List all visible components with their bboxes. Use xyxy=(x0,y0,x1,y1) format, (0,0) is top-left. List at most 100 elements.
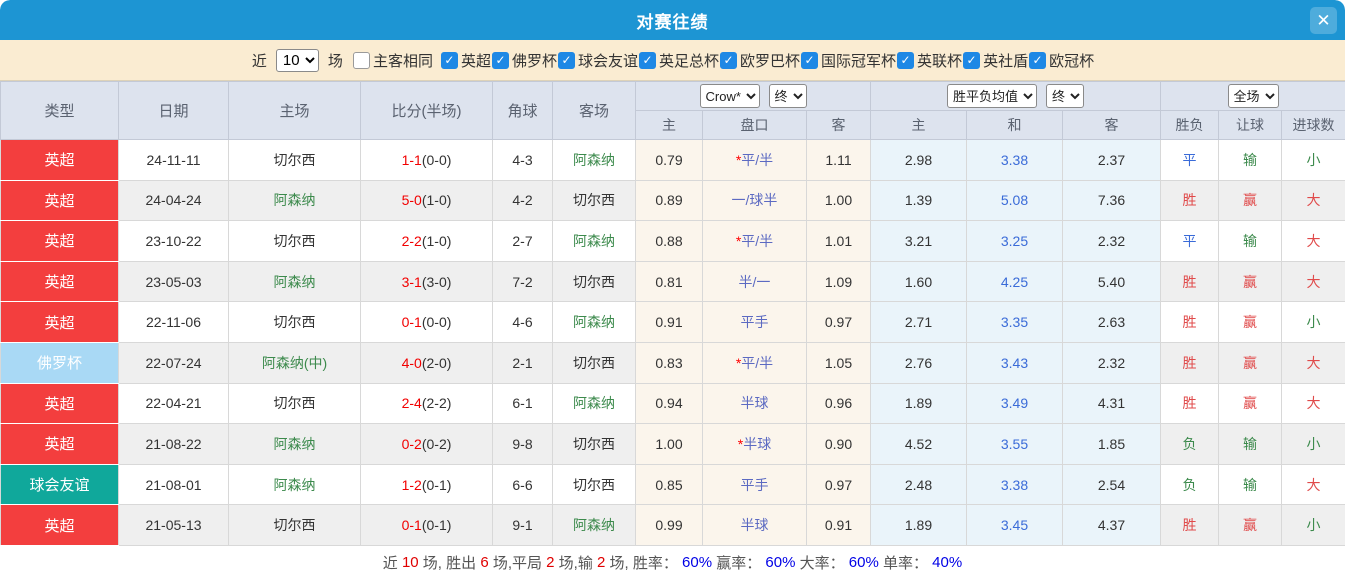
result-goals: 大 xyxy=(1280,260,1345,303)
col-home: 主场 xyxy=(228,81,361,140)
away-team: 阿森纳 xyxy=(552,139,636,181)
result-handicap: 输 xyxy=(1218,139,1282,181)
avg-home: 3.21 xyxy=(870,220,967,262)
competition-label: 英联杯 xyxy=(917,52,963,70)
odds-time-select[interactable]: 终 xyxy=(768,84,807,108)
corners: 6-1 xyxy=(492,382,553,425)
h2h-table: 类型 日期 主场 比分(半场) 角球 客场 Crow* 终 胜平负均值 终 全场… xyxy=(0,81,1345,546)
result-goals: 大 xyxy=(1280,220,1345,262)
score-fulltime: 5-0 xyxy=(401,192,422,209)
scope-select[interactable]: 全场 xyxy=(1227,84,1279,108)
avg-home: 1.39 xyxy=(870,179,967,222)
recent-count-select[interactable]: 10 xyxy=(275,48,319,72)
result-goals: 小 xyxy=(1280,139,1345,181)
avg-away: 2.37 xyxy=(1062,139,1161,181)
odds-away: 0.90 xyxy=(806,423,871,465)
result-goals: 大 xyxy=(1280,179,1345,222)
table-row: 英超 22-11-06 切尔西 0-1(0-0) 4-6 阿森纳 0.91 平手… xyxy=(0,301,1345,343)
col-score: 比分(半场) xyxy=(360,81,493,140)
competition-checkbox[interactable]: ✓ 欧冠杯 xyxy=(1029,50,1094,71)
avg-draw: 3.35 xyxy=(966,301,1063,343)
checkbox-icon: ✓ xyxy=(440,51,458,69)
handicap-text: 一/球半 xyxy=(731,192,778,209)
avg-away: 1.85 xyxy=(1062,423,1161,465)
avg-away: 4.31 xyxy=(1062,382,1161,425)
score-fulltime: 1-1 xyxy=(401,151,422,168)
competition-badge: 英超 xyxy=(1,505,118,545)
corners: 4-3 xyxy=(492,139,553,181)
competition-badge: 英超 xyxy=(1,180,118,221)
handicap-text: 平/半 xyxy=(741,354,774,371)
odds-away: 1.09 xyxy=(806,260,871,303)
competition-checkbox[interactable]: ✓ 球会友谊 xyxy=(557,50,638,71)
summary-text: 赢率： xyxy=(712,554,766,572)
away-team: 切尔西 xyxy=(552,341,636,384)
col-odds-handicap: 盘口 xyxy=(702,110,807,140)
home-team: 阿森纳(中) xyxy=(228,341,361,384)
result-wdl: 平 xyxy=(1160,139,1219,181)
odds-handicap: *平/半 xyxy=(702,139,807,181)
avg-type-select[interactable]: 胜平负均值 xyxy=(947,84,1037,108)
competition-checkbox[interactable]: ✓ 英足总杯 xyxy=(639,50,719,71)
odds-home: 1.00 xyxy=(635,423,703,465)
table-row: 佛罗杯 22-07-24 阿森纳(中) 4-0(2-0) 2-1 切尔西 0.8… xyxy=(0,341,1345,384)
checkbox-icon: ✓ xyxy=(491,51,509,69)
bookmaker-select[interactable]: Crow* xyxy=(699,84,760,108)
summary-value: 6 xyxy=(480,553,489,571)
avg-away: 7.36 xyxy=(1062,179,1161,222)
summary-value: 60% xyxy=(765,553,796,571)
corners: 7-2 xyxy=(492,260,553,303)
away-team: 切尔西 xyxy=(552,423,636,465)
score-fulltime: 0-2 xyxy=(401,435,422,452)
competition-label: 英超 xyxy=(460,52,491,70)
score-halftime: (0-0) xyxy=(421,314,452,331)
score-halftime: (0-1) xyxy=(421,517,452,534)
filter-bar: 近 10 场 主客相同 ✓ 英超 ✓ 佛罗杯 ✓ 球会友谊 ✓ 英足总杯 ✓ 欧罗巴杯 ✓ 国际冠军杯… xyxy=(0,40,1345,81)
score-fulltime: 2-2 xyxy=(401,232,422,249)
odds-away: 1.00 xyxy=(806,179,871,222)
competition-checkbox[interactable]: ✓ 佛罗杯 xyxy=(491,50,557,71)
competition-checkbox[interactable]: ✓ 国际冠军杯 xyxy=(801,50,896,71)
handicap-text: 平/半 xyxy=(741,232,774,249)
recent-label: 近 xyxy=(251,52,267,70)
odds-home: 0.99 xyxy=(635,504,703,546)
handicap-text: 半球 xyxy=(740,395,769,412)
summary-value: 10 xyxy=(401,553,419,571)
score-halftime: (0-1) xyxy=(421,476,452,493)
checkbox-icon: ✓ xyxy=(897,51,915,69)
score-halftime: (0-0) xyxy=(421,151,452,168)
competition-checkbox[interactable]: ✓ 欧罗巴杯 xyxy=(720,50,800,71)
avg-draw: 3.25 xyxy=(966,220,1063,262)
result-handicap: 输 xyxy=(1218,423,1282,465)
avg-away: 2.63 xyxy=(1062,301,1161,343)
competition-label: 佛罗杯 xyxy=(511,52,557,70)
odds-handicap: *平/半 xyxy=(702,341,807,384)
score-fulltime: 1-2 xyxy=(401,476,422,493)
odds-group-header: Crow* 终 xyxy=(635,81,871,111)
checkbox-icon: ✓ xyxy=(720,51,738,69)
competition-checkbox[interactable]: ✓ 英超 xyxy=(440,50,491,71)
competition-checkbox[interactable]: ✓ 英社盾 xyxy=(963,50,1028,71)
avg-draw: 3.38 xyxy=(966,463,1063,506)
checkbox-icon: ✓ xyxy=(639,51,656,69)
competition-badge: 英超 xyxy=(1,221,118,261)
same-venue-checkbox[interactable]: 主客相同 xyxy=(352,50,433,71)
close-icon[interactable]: ✕ xyxy=(1310,7,1337,34)
corners: 2-7 xyxy=(492,220,553,262)
avg-time-select[interactable]: 终 xyxy=(1046,84,1084,108)
competition-filters: ✓ 英超 ✓ 佛罗杯 ✓ 球会友谊 ✓ 英足总杯 ✓ 欧罗巴杯 ✓ 国际冠军杯 ✓ 英联杯 ✓ 英社盾 ✓ 欧冠杯 xyxy=(440,50,1095,71)
away-team: 阿森纳 xyxy=(552,504,636,546)
table-row: 英超 21-05-13 切尔西 0-1(0-1) 9-1 阿森纳 0.99 半球… xyxy=(0,504,1345,546)
result-handicap: 赢 xyxy=(1218,382,1282,425)
table-body: 英超 24-11-11 切尔西 1-1(0-0) 4-3 阿森纳 0.79 *平… xyxy=(0,139,1345,546)
odds-home: 0.88 xyxy=(635,220,703,262)
competition-badge: 英超 xyxy=(1,383,118,424)
avg-home: 2.71 xyxy=(870,301,967,343)
h2h-history-widget: 对赛往绩 ✕ 近 10 场 主客相同 ✓ 英超 ✓ 佛罗杯 ✓ 球会友谊 ✓ 英足总杯 ✓ 欧罗巴… xyxy=(0,0,1345,579)
result-wdl: 胜 xyxy=(1160,260,1219,303)
checkbox-icon: ✓ xyxy=(801,51,819,69)
score-halftime: (0-2) xyxy=(421,435,452,452)
avg-away: 2.32 xyxy=(1062,341,1161,384)
odds-handicap: *平/半 xyxy=(702,220,807,262)
competition-checkbox[interactable]: ✓ 英联杯 xyxy=(897,50,962,71)
